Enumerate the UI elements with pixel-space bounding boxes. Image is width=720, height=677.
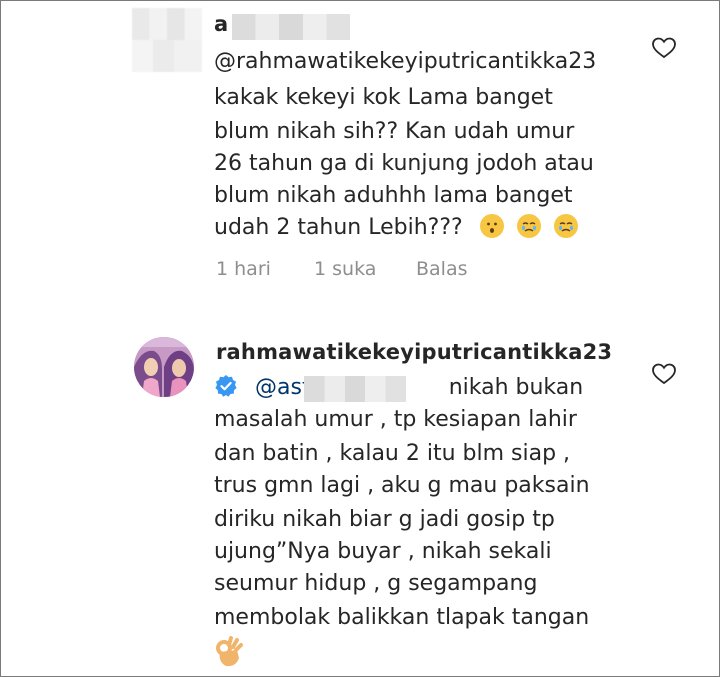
heart-icon[interactable] — [651, 36, 677, 60]
mention-link[interactable]: @rahmawatikekeyiputricantikka23 — [214, 46, 596, 78]
comment-text: udah 2 tahun Lebih??? — [214, 215, 463, 240]
comment-text-line: membolak balikkan tlapak tangan — [214, 605, 590, 630]
ok-hand-emoji — [216, 636, 243, 667]
comment-username[interactable]: rahmawatikekeyiputricantikka23 — [216, 340, 612, 364]
comment-text-line-emoji: udah 2 tahun Lebih??? — [214, 212, 578, 244]
comment-text-line: 26 tahun ga di kunjung jodoh atau — [214, 151, 594, 176]
comment-text: blum nikah aduhhh lama banget — [214, 183, 573, 208]
comment-text-line: blum nikah aduhhh lama banget — [214, 180, 573, 212]
comment-text-line: blum nikah sih?? Kan udah umur — [214, 119, 575, 144]
comment-text-line: kakak kekeyi kok Lama banget — [214, 85, 553, 110]
comment-text-line: masalah umur , tp kesiapan lahir — [214, 407, 577, 432]
comment-text-line: seumur hidup , g segampang — [214, 571, 538, 596]
comment-text-line: ujung”Nya buyar , nikah sekali — [214, 539, 552, 564]
hushed-face-emoji — [479, 214, 504, 238]
reply-button[interactable]: Balas — [416, 258, 468, 280]
crying-face-emoji — [516, 214, 541, 238]
verified-badge-icon — [215, 375, 237, 397]
avatar[interactable] — [134, 337, 194, 397]
like-count-button[interactable]: 1 suka — [314, 258, 376, 280]
avatar-blurred[interactable] — [132, 8, 202, 72]
heart-icon[interactable] — [651, 362, 677, 386]
comment-text-line: trus gmn lagi , aku g mau paksain — [214, 473, 590, 498]
comment-text-line: dan batin , kalau 2 itu blm siap , — [214, 441, 571, 466]
comment-timestamp[interactable]: 1 hari — [216, 258, 271, 280]
censored-mention-overlay — [304, 376, 406, 402]
comment-username[interactable]: a — [214, 12, 228, 36]
crying-face-emoji — [553, 214, 578, 238]
comment-text: nikah bukan — [448, 375, 584, 400]
comment-text-line: diriku nikah biar g jadi gosip tp — [214, 507, 555, 532]
censored-username-block — [232, 14, 350, 40]
username-text[interactable]: a — [214, 12, 228, 36]
